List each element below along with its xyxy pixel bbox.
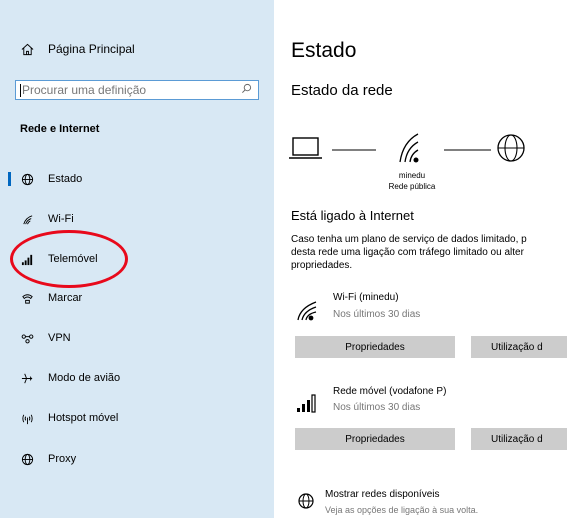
sidebar-item-marcar[interactable]: Marcar: [18, 289, 82, 307]
connection-name: Rede móvel (vodafone P): [333, 386, 447, 397]
paragraph-line: Caso tenha um plano de serviço de dados …: [291, 234, 527, 245]
sidebar-item-label: Hotspot móvel: [48, 412, 119, 424]
wifi-icon: [18, 213, 36, 226]
text-cursor: [20, 84, 21, 98]
dialup-icon: [18, 292, 36, 305]
page-subtitle: Estado da rede: [291, 82, 393, 99]
wifi-icon: [399, 133, 419, 163]
show-networks-subtext: Veja as opções de ligação à sua volta.: [325, 505, 479, 515]
network-label: minedu Rede pública: [382, 170, 442, 192]
hotspot-icon: [18, 412, 36, 425]
settings-sidebar: Página Principal Procurar uma definição …: [0, 0, 274, 518]
sidebar-item-label: Estado: [48, 173, 83, 185]
show-networks-link[interactable]: Mostrar redes disponíveis: [325, 489, 440, 500]
nav-home-label: Página Principal: [48, 42, 135, 56]
sidebar-item-estado[interactable]: Estado: [7, 170, 83, 188]
sidebar-item-label: Marcar: [48, 292, 83, 304]
data-usage-button[interactable]: Utilização d: [471, 428, 567, 450]
nav-home[interactable]: Página Principal: [18, 42, 135, 56]
main-content: Estado Estado da rede minedu Rede públic…: [274, 0, 567, 518]
sidebar-item-label: VPN: [48, 332, 71, 344]
airplane-icon: [18, 372, 36, 385]
search-placeholder: Procurar uma definição: [22, 82, 147, 97]
globe-icon: [18, 173, 36, 186]
paragraph-line: desta rede uma ligação com tráfego limit…: [291, 247, 524, 258]
search-input[interactable]: Procurar uma definição: [15, 80, 259, 100]
globe-icon: [18, 453, 36, 466]
home-icon: [18, 43, 36, 56]
network-diagram: [289, 133, 525, 163]
page-title: Estado: [291, 39, 357, 62]
vpn-icon: [18, 332, 36, 345]
connection-usage: Nos últimos 30 dias: [333, 402, 421, 413]
properties-button[interactable]: Propriedades: [295, 336, 455, 358]
laptop-icon: [289, 137, 322, 159]
globe-icon: [497, 134, 525, 162]
globe-icon: [297, 492, 315, 515]
connection-status-heading: Está ligado à Internet: [291, 208, 414, 223]
network-name: minedu: [398, 171, 426, 180]
network-type: Rede pública: [388, 182, 436, 191]
wifi-icon: [296, 300, 320, 327]
connection-usage: Nos últimos 30 dias: [333, 309, 421, 320]
sidebar-item-hotspot[interactable]: Hotspot móvel: [18, 409, 118, 427]
section-title: Rede e Internet: [20, 123, 100, 135]
sidebar-item-airplane-mode[interactable]: Modo de avião: [18, 369, 120, 387]
properties-button[interactable]: Propriedades: [295, 428, 455, 450]
sidebar-item-label: Proxy: [48, 453, 77, 465]
cellular-icon: [296, 392, 320, 421]
search-icon: [241, 83, 252, 97]
sidebar-item-wifi[interactable]: Wi-Fi: [18, 210, 74, 228]
data-usage-button[interactable]: Utilização d: [471, 336, 567, 358]
sidebar-item-proxy[interactable]: Proxy: [18, 450, 76, 468]
annotation-circle: [10, 230, 128, 288]
sidebar-item-vpn[interactable]: VPN: [18, 329, 71, 347]
paragraph-line: propriedades.: [291, 260, 353, 271]
status-paragraph: Caso tenha um plano de serviço de dados …: [291, 233, 567, 272]
connection-name: Wi-Fi (minedu): [333, 292, 399, 303]
sidebar-item-label: Modo de avião: [48, 372, 121, 384]
sidebar-item-label: Wi-Fi: [48, 213, 74, 225]
